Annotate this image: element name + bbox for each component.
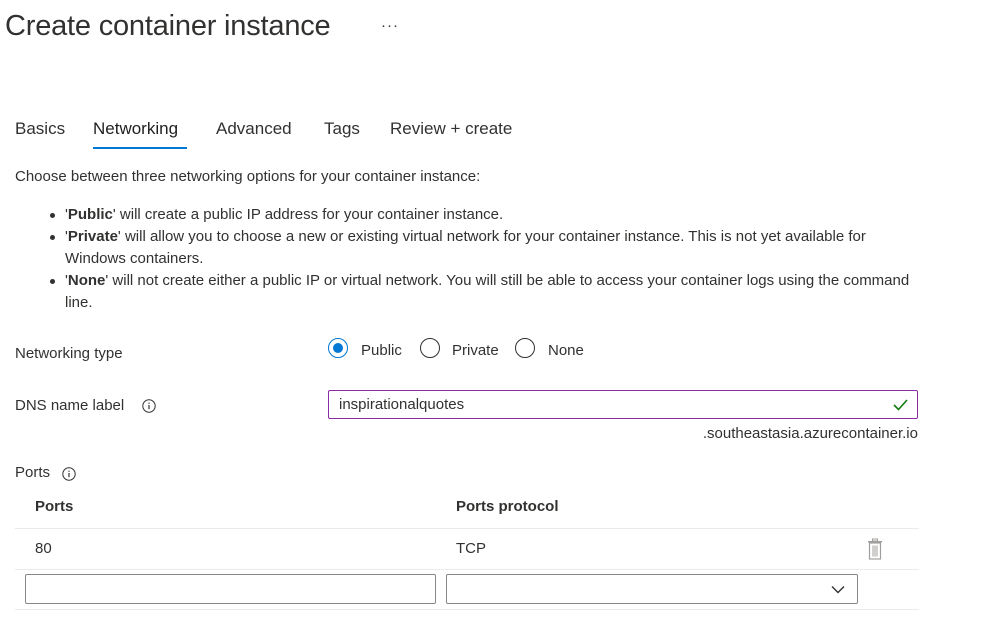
tab-tags[interactable]: Tags	[324, 119, 360, 139]
ports-section-label: Ports	[15, 464, 51, 481]
port-value: 80	[35, 540, 52, 557]
tab-basics[interactable]: Basics	[15, 119, 65, 139]
protocol-value: TCP	[456, 540, 486, 557]
option-name: Private	[67, 228, 118, 245]
radio-none[interactable]	[515, 338, 535, 358]
dns-name-input[interactable]	[328, 390, 918, 419]
page-title: Create container instance	[5, 10, 331, 42]
column-header-ports: Ports	[35, 498, 74, 515]
radio-private[interactable]	[420, 338, 440, 358]
tab-advanced[interactable]: Advanced	[216, 119, 292, 139]
list-item: 'None' will not create either a public I…	[50, 270, 920, 314]
checkmark-icon	[893, 399, 908, 411]
divider	[15, 609, 919, 610]
networking-type-label: Networking type	[15, 345, 123, 362]
info-icon[interactable]	[62, 467, 76, 481]
tab-networking[interactable]: Networking	[93, 119, 178, 139]
radio-none-label[interactable]: None	[548, 342, 584, 359]
divider	[15, 528, 919, 529]
list-item: 'Private' will allow you to choose a new…	[50, 226, 920, 270]
list-item: 'Public' will create a public IP address…	[50, 204, 920, 226]
info-icon[interactable]	[142, 399, 156, 413]
trash-icon[interactable]	[865, 538, 885, 560]
new-protocol-dropdown[interactable]	[446, 574, 858, 604]
radio-public-label[interactable]: Public	[361, 342, 402, 359]
networking-options-list: 'Public' will create a public IP address…	[50, 204, 920, 314]
chevron-down-icon	[831, 586, 845, 594]
active-tab-indicator	[93, 147, 187, 149]
divider	[15, 569, 919, 570]
tab-review-create[interactable]: Review + create	[390, 119, 512, 139]
option-name: Public	[67, 206, 113, 223]
option-name: None	[67, 272, 106, 289]
radio-public[interactable]	[328, 338, 348, 358]
new-port-input[interactable]	[25, 574, 436, 604]
dns-suffix: .southeastasia.azurecontainer.io	[702, 425, 918, 442]
more-options-button[interactable]: ···	[381, 17, 399, 34]
radio-selected-dot	[333, 343, 343, 353]
radio-private-label[interactable]: Private	[452, 342, 499, 359]
networking-intro-text: Choose between three networking options …	[15, 168, 481, 185]
dns-name-label: DNS name label	[15, 397, 125, 414]
column-header-ports-protocol: Ports protocol	[456, 498, 559, 515]
